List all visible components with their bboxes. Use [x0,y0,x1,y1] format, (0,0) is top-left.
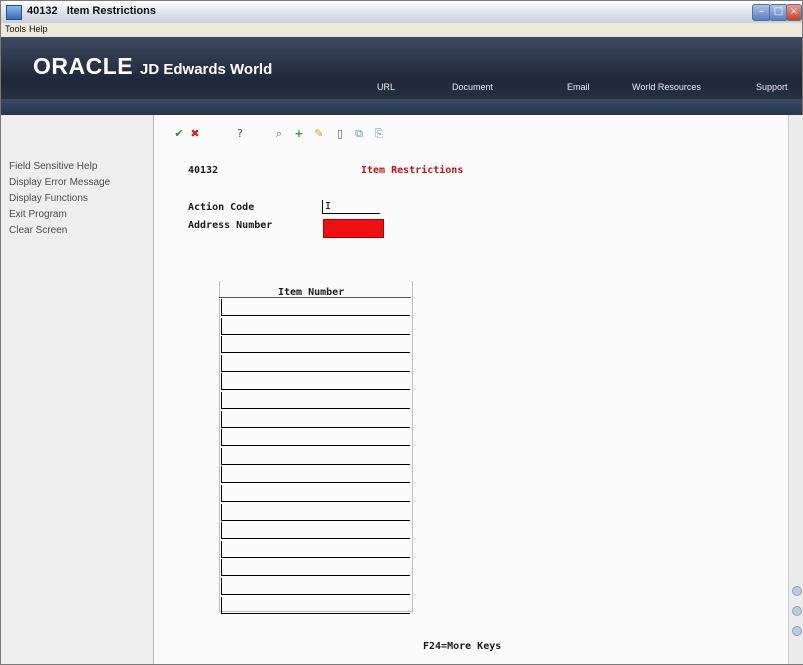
window-title: 40132 Item Restrictions [27,5,157,17]
form-area: ✔ ✖ ? ⌕ + ✎ ▯ ⧉ ⎘ 40132 Item Restriction… [154,115,788,664]
item-number-field[interactable] [221,485,410,502]
sidebar-item-clear-screen[interactable]: Clear Screen [9,225,67,236]
nav-support-link[interactable]: Support [756,82,788,92]
brand-product: JD Edwards World [140,61,273,78]
address-number-input[interactable] [323,219,384,238]
address-number-label: Address Number [188,220,273,231]
function-sidebar: Field Sensitive Help Display Error Messa… [1,115,154,664]
brand-name: ORACLE [33,53,134,79]
nav-document-link[interactable]: Document [452,82,493,92]
scroll-up-button[interactable] [792,586,802,596]
item-number-field[interactable] [221,299,410,316]
item-number-field[interactable] [221,466,410,484]
title-bar[interactable]: 40132 Item Restrictions – □ × [1,1,802,24]
item-number-field[interactable] [221,503,410,521]
nav-world-resources-link[interactable]: World Resources [632,82,701,92]
close-button[interactable]: × [786,4,802,21]
help-question-icon[interactable]: ? [233,127,247,141]
copy-icon[interactable]: ⧉ [352,127,366,141]
sidebar-item-exit-program[interactable]: Exit Program [9,209,67,220]
scroll-down-button[interactable] [792,626,802,636]
function-keys-hint: F24=More Keys [423,641,502,652]
sidebar-item-display-functions[interactable]: Display Functions [9,193,88,204]
menu-bar: Tools Help [1,23,802,38]
item-number-field[interactable] [221,336,410,354]
item-number-field[interactable] [221,578,410,595]
menu-help[interactable]: Help [29,24,48,34]
form-title: Item Restrictions [361,165,464,176]
oracle-banner: ORACLE JD Edwards World URL Document Ema… [1,37,802,115]
action-code-label: Action Code [188,202,255,213]
item-number-field[interactable] [221,373,410,391]
sidebar-item-field-sensitive-help[interactable]: Field Sensitive Help [9,161,97,172]
header-divider [219,297,411,298]
nav-email-link[interactable]: Email [567,82,590,92]
item-number-field[interactable] [221,559,410,577]
right-scroll-strip[interactable] [788,115,803,664]
banner-footer-strip [1,99,802,115]
delete-icon[interactable]: ▯ [333,127,347,141]
sidebar-item-display-error-message[interactable]: Display Error Message [9,177,110,188]
scroll-mid-button[interactable] [792,606,802,616]
menu-tools[interactable]: Tools [5,24,26,34]
item-number-field[interactable] [221,596,410,614]
item-number-field[interactable] [221,447,410,465]
item-number-field[interactable] [221,392,410,409]
application-window: 40132 Item Restrictions – □ × Tools Help… [0,0,803,665]
ok-check-icon[interactable]: ✔ [172,127,186,141]
add-icon[interactable]: + [292,127,306,141]
action-code-input[interactable] [322,200,380,214]
nav-url-link[interactable]: URL [377,82,395,92]
item-number-field[interactable] [221,317,410,335]
edit-pencil-icon[interactable]: ✎ [312,127,326,141]
item-number-field[interactable] [221,410,410,428]
item-number-field[interactable] [221,429,410,447]
paste-icon[interactable]: ⎘ [372,127,386,141]
app-window-icon [6,5,22,20]
oracle-logo: ORACLE JD Edwards World [33,53,272,80]
item-number-field[interactable] [221,354,410,372]
item-number-field[interactable] [221,540,410,558]
item-number-field[interactable] [221,522,410,540]
find-icon[interactable]: ⌕ [272,127,286,141]
cancel-icon[interactable]: ✖ [188,127,202,141]
program-id: 40132 [188,165,219,176]
